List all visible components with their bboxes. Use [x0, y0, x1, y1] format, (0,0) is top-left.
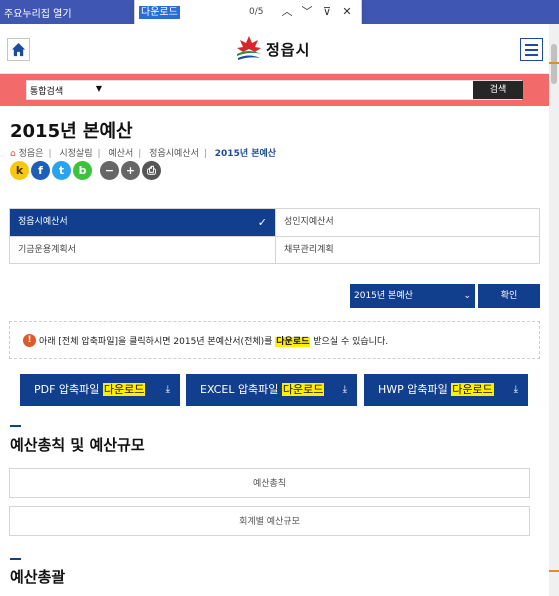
link-account-budget-scale[interactable]: 회계별 예산규모 — [9, 506, 530, 536]
year-select[interactable]: 2015년 본예산 ⌄ — [350, 284, 475, 308]
home-icon — [11, 42, 26, 57]
budget-type-tabs: 정읍시예산서 ✓ 성인지예산서 기금운용계획서 채무관리계획 — [9, 208, 540, 264]
tab-label: 기금운용계획서 — [18, 245, 76, 255]
breadcrumb-item[interactable]: 정읍시예산서 — [149, 149, 199, 159]
pdf-download-button[interactable]: PDF 압축파일 다운로드 ⤓ — [20, 374, 180, 406]
chevron-down-icon: ⌄ — [463, 291, 471, 301]
logo-text: 정읍시 — [266, 41, 311, 59]
chevron-down-icon: ▼ — [95, 84, 102, 93]
download-notice: ! 아래 [전체 압축파일]을 클릭하시면 2015년 본예산서(전체)를 다운… — [9, 321, 540, 359]
section-accent-bar — [10, 425, 21, 427]
page-scrollbar[interactable] — [549, 24, 559, 596]
scrollbar-thumb[interactable] — [551, 44, 557, 84]
find-input[interactable]: 다운로드 — [139, 6, 180, 19]
tab-debt-plan[interactable]: 채무관리계획 — [275, 236, 539, 264]
alert-icon: ! — [23, 334, 36, 347]
twitter-share-icon[interactable]: t — [52, 161, 71, 180]
site-header: 정읍시 — [0, 24, 549, 74]
hamburger-line — [525, 49, 538, 51]
excel-download-button[interactable]: EXCEL 압축파일 다운로드 ⤓ — [186, 374, 357, 406]
menu-button[interactable] — [520, 38, 543, 61]
find-previous-button[interactable]: ︿ — [279, 4, 295, 20]
breadcrumb-home-icon[interactable]: ⌂ — [10, 149, 16, 159]
find-filter-button[interactable]: ⊽ — [319, 4, 335, 20]
search-highlight: 다운로드 — [275, 337, 311, 347]
zoom-out-icon[interactable]: − — [100, 161, 119, 180]
section-title-budget-summary: 예산총괄 — [10, 568, 66, 586]
tab-jeongeup-budget[interactable]: 정읍시예산서 ✓ — [10, 209, 275, 237]
search-highlight: 다운로드 — [451, 383, 494, 396]
download-icon: ⤓ — [342, 384, 347, 395]
zoom-in-icon[interactable]: + — [121, 161, 140, 180]
search-scope-select[interactable]: 통합검색 ▼ — [30, 84, 102, 97]
find-next-button[interactable]: ﹀ — [299, 4, 315, 20]
notice-text: 아래 [전체 압축파일]을 클릭하시면 2015년 본예산서(전체)를 다운로드… — [39, 337, 389, 347]
breadcrumb-current: 2015년 본예산 — [214, 149, 277, 159]
search-highlight: 다운로드 — [102, 383, 146, 396]
search-box[interactable]: 통합검색 ▼ 검색 — [26, 80, 523, 100]
logo-emblem-icon — [237, 36, 261, 60]
home-button[interactable] — [7, 38, 30, 61]
section-accent-bar — [10, 558, 21, 560]
year-select-value: 2015년 본예산 — [354, 291, 413, 301]
facebook-share-icon[interactable]: f — [31, 161, 50, 180]
page-title: 2015년 본예산 — [10, 121, 133, 142]
download-icon: ⤓ — [513, 384, 518, 395]
tab-label: 성인지예산서 — [284, 217, 334, 227]
tab-label: 채무관리계획 — [284, 245, 334, 255]
hwp-download-button[interactable]: HWP 압축파일 다운로드 ⤓ — [364, 374, 528, 406]
tab-fund-plan[interactable]: 기금운용계획서 — [10, 236, 275, 264]
breadcrumb-item[interactable]: 예산서 — [108, 149, 133, 159]
print-icon[interactable]: ⎙ — [142, 161, 161, 180]
breadcrumb: ⌂ 정읍은 | 시정살림 | 예산서 | 정읍시예산서 | 2015년 본예산 — [10, 149, 277, 159]
link-budget-general-rules[interactable]: 예산총칙 — [9, 468, 530, 498]
confirm-button[interactable]: 확인 — [478, 284, 540, 308]
find-close-button[interactable]: ✕ — [339, 4, 355, 20]
hamburger-line — [525, 54, 538, 56]
download-icon: ⤓ — [165, 384, 170, 395]
search-button[interactable]: 검색 — [473, 81, 523, 99]
find-match-marker — [549, 62, 559, 64]
find-match-marker — [549, 570, 559, 572]
find-match-count: 0/5 — [249, 7, 264, 17]
breadcrumb-item[interactable]: 정읍은 — [19, 149, 44, 159]
hamburger-menu-icon — [525, 44, 538, 46]
check-icon: ✓ — [257, 216, 267, 229]
quick-links-label[interactable]: 주요누리집 열기 — [4, 5, 72, 20]
search-strip: 통합검색 ▼ 검색 — [0, 74, 549, 106]
kakaostory-share-icon[interactable]: k — [10, 161, 29, 180]
breadcrumb-item[interactable]: 시정살림 — [59, 149, 92, 159]
search-scope-value: 통합검색 — [30, 87, 64, 97]
tab-gender-budget[interactable]: 성인지예산서 — [275, 209, 539, 237]
section-title-budget-scale: 예산총칙 및 예산규모 — [10, 436, 145, 454]
find-in-page-bar: 다운로드 0/5 ︿ ﹀ ⊽ ✕ — [134, 0, 362, 26]
site-logo[interactable]: 정읍시 — [234, 34, 324, 64]
band-share-icon[interactable]: b — [73, 161, 92, 180]
tab-label: 정읍시예산서 — [18, 217, 68, 227]
search-highlight: 다운로드 — [281, 383, 325, 396]
